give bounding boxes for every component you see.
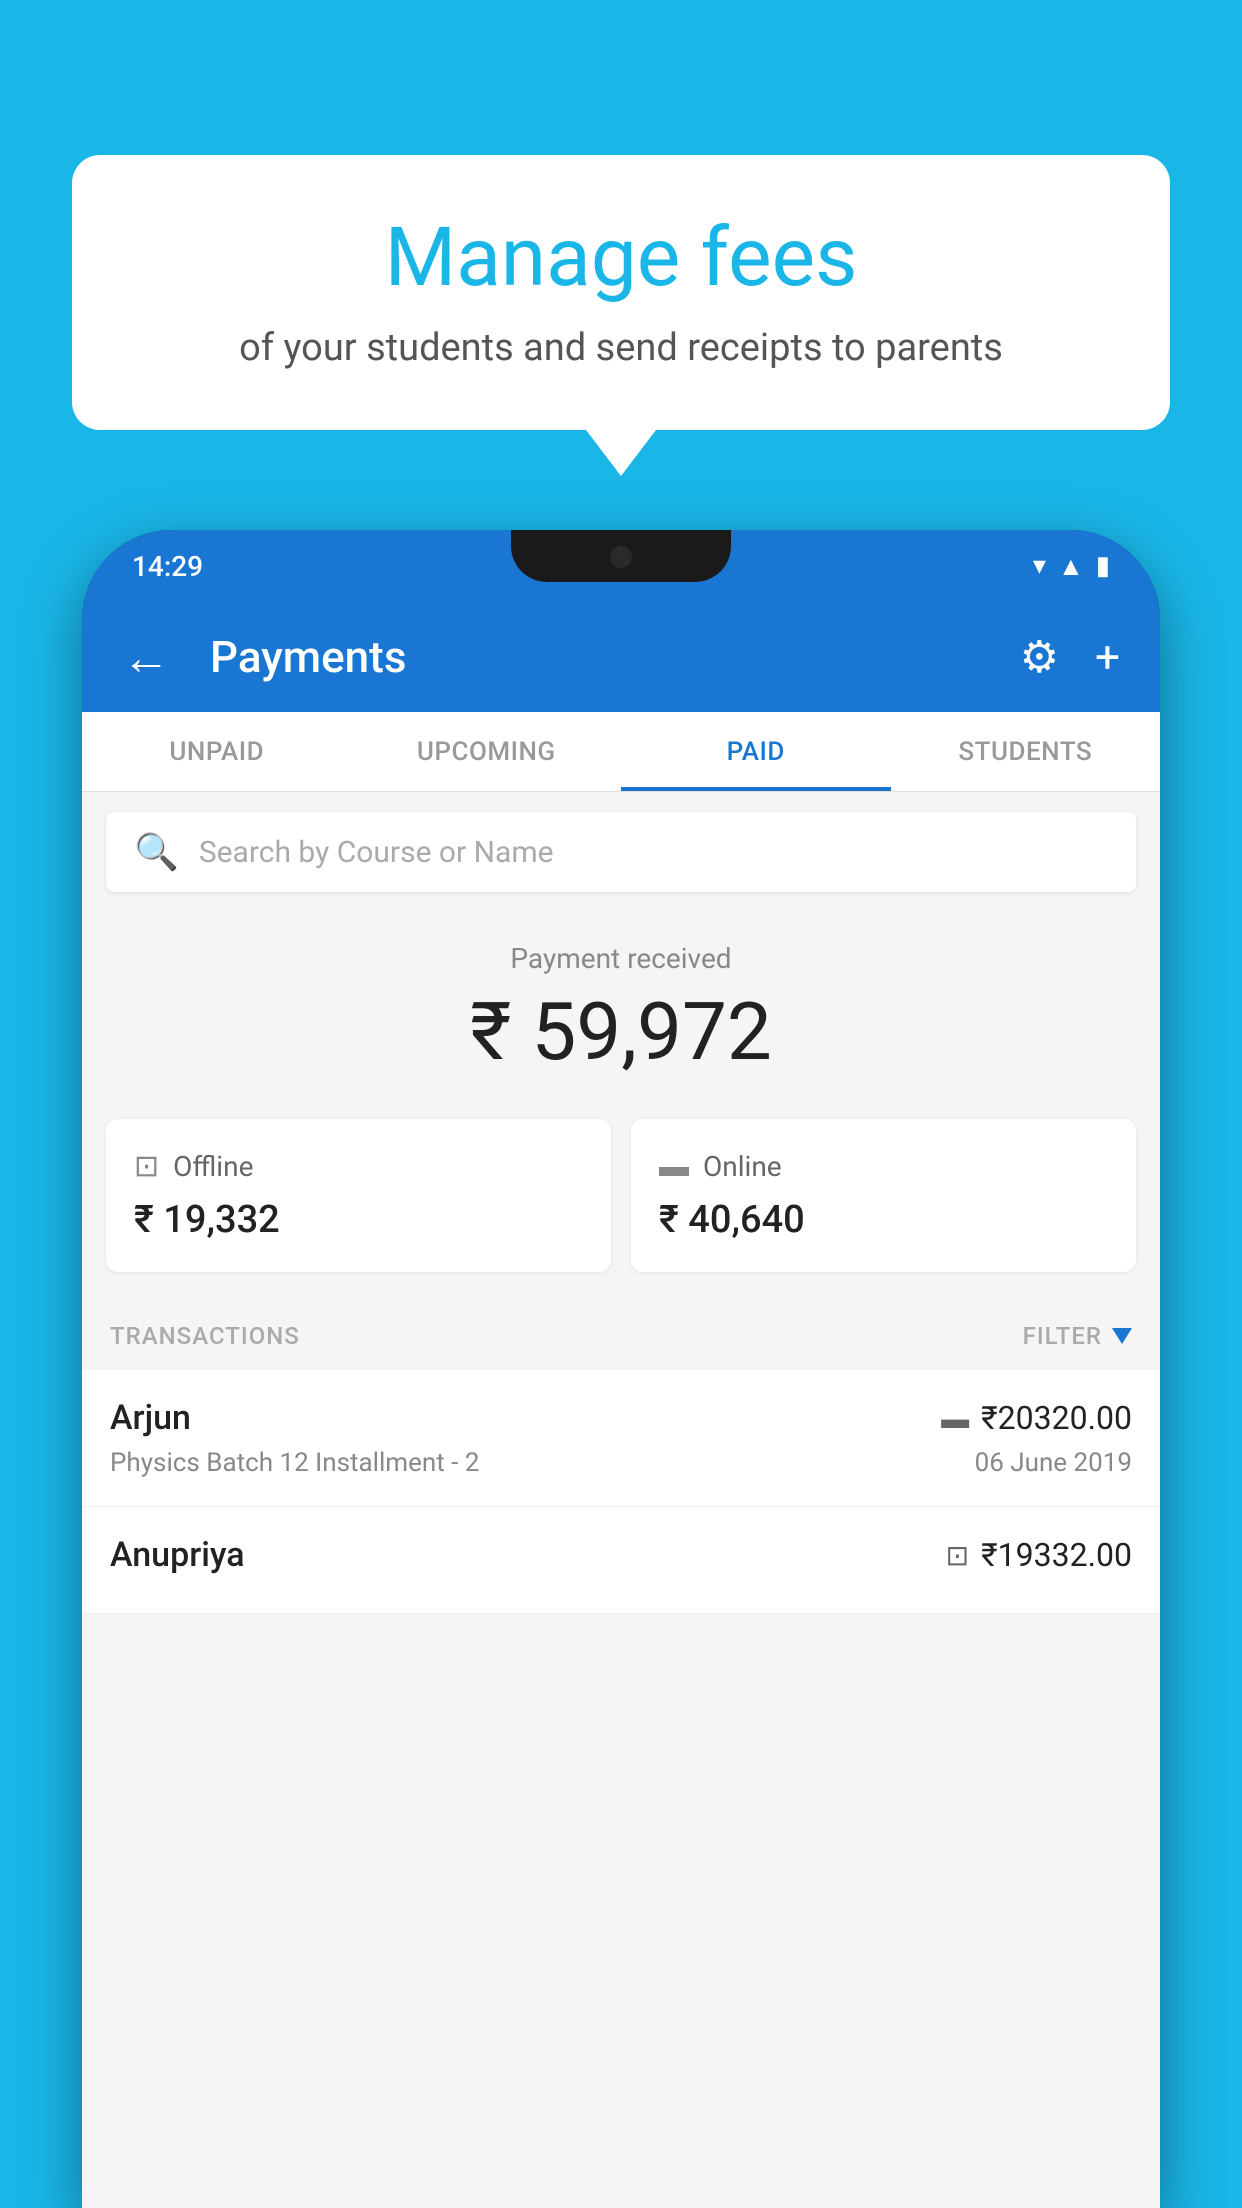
app-bar: ← Payments ⚙ + <box>82 602 1160 712</box>
online-amount: ₹ 40,640 <box>659 1198 1108 1242</box>
offline-label: Offline <box>173 1150 253 1183</box>
online-label: Online <box>703 1150 782 1183</box>
phone-content: 🔍 Search by Course or Name Payment recei… <box>82 792 1160 2208</box>
transaction-name: Anupriya <box>110 1535 245 1575</box>
bubble-subtitle: of your students and send receipts to pa… <box>132 326 1110 370</box>
settings-icon[interactable]: ⚙ <box>1020 631 1059 683</box>
transaction-top: Arjun ▬ ₹20320.00 <box>110 1398 1132 1438</box>
transaction-amount: ₹19332.00 <box>981 1536 1132 1574</box>
transaction-row[interactable]: Arjun ▬ ₹20320.00 Physics Batch 12 Insta… <box>82 1370 1160 1507</box>
transaction-amount-wrap: ▬ ₹20320.00 <box>941 1399 1132 1437</box>
transaction-bottom: Physics Batch 12 Installment - 2 06 June… <box>110 1448 1132 1478</box>
app-bar-actions: ⚙ + <box>1020 631 1120 683</box>
transaction-name: Arjun <box>110 1398 191 1438</box>
status-time: 14:29 <box>132 550 203 583</box>
wifi-icon: ▾ <box>1033 551 1046 581</box>
search-input[interactable]: Search by Course or Name <box>199 835 554 870</box>
tab-unpaid[interactable]: UNPAID <box>82 712 352 791</box>
app-bar-title: Payments <box>210 631 990 683</box>
transaction-amount: ₹20320.00 <box>981 1399 1132 1437</box>
offline-amount: ₹ 19,332 <box>134 1198 583 1242</box>
transactions-label: TRANSACTIONS <box>110 1322 300 1350</box>
battery-icon: ▮ <box>1096 551 1110 581</box>
filter-button[interactable]: FILTER <box>1023 1322 1132 1350</box>
back-button[interactable]: ← <box>122 629 170 686</box>
transactions-header: TRANSACTIONS FILTER <box>82 1302 1160 1370</box>
offline-card-header: ⊡ Offline <box>134 1149 583 1184</box>
camera <box>610 546 632 568</box>
cash-icon: ⊡ <box>134 1149 159 1184</box>
tab-upcoming[interactable]: UPCOMING <box>352 712 622 791</box>
phone-notch <box>511 530 731 582</box>
tab-students[interactable]: STUDENTS <box>891 712 1161 791</box>
transaction-top: Anupriya ⊡ ₹19332.00 <box>110 1535 1132 1575</box>
payment-received-label: Payment received <box>82 942 1160 975</box>
transaction-date: 06 June 2019 <box>975 1448 1132 1478</box>
payment-received-amount: ₹ 59,972 <box>82 985 1160 1079</box>
card-icon: ▬ <box>659 1149 689 1184</box>
payment-type-icon: ⊡ <box>946 1539 969 1572</box>
tab-paid[interactable]: PAID <box>621 712 891 791</box>
status-icons: ▾ ▲ ▮ <box>1033 551 1110 582</box>
filter-icon <box>1112 1328 1132 1344</box>
online-card: ▬ Online ₹ 40,640 <box>631 1119 1136 1272</box>
signal-icon: ▲ <box>1058 551 1084 582</box>
search-icon: 🔍 <box>134 831 179 873</box>
filter-label: FILTER <box>1023 1322 1102 1350</box>
offline-card: ⊡ Offline ₹ 19,332 <box>106 1119 611 1272</box>
transaction-course: Physics Batch 12 Installment - 2 <box>110 1448 479 1478</box>
add-icon[interactable]: + <box>1095 631 1120 683</box>
speech-bubble: Manage fees of your students and send re… <box>72 155 1170 430</box>
tabs: UNPAID UPCOMING PAID STUDENTS <box>82 712 1160 792</box>
transaction-amount-wrap: ⊡ ₹19332.00 <box>946 1536 1132 1574</box>
bubble-title: Manage fees <box>132 210 1110 306</box>
transaction-row[interactable]: Anupriya ⊡ ₹19332.00 <box>82 1507 1160 1614</box>
phone-frame: 14:29 ▾ ▲ ▮ ← Payments ⚙ + UNPAID UPCOMI… <box>82 530 1160 2208</box>
payment-type-icon: ▬ <box>941 1402 969 1435</box>
payment-received-section: Payment received ₹ 59,972 <box>82 912 1160 1119</box>
search-bar[interactable]: 🔍 Search by Course or Name <box>106 812 1136 892</box>
online-card-header: ▬ Online <box>659 1149 1108 1184</box>
payment-cards-row: ⊡ Offline ₹ 19,332 ▬ Online ₹ 40,640 <box>82 1119 1160 1302</box>
